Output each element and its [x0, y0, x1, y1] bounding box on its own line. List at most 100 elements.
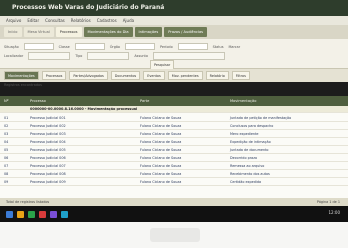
cell-process: Processo Judicial 003 — [30, 132, 66, 136]
filter-label: Localizador — [4, 54, 24, 58]
filter-input[interactable] — [74, 43, 105, 50]
filter-label: Situação — [4, 44, 19, 49]
table-row[interactable]: 02 Processo Judicial 002 Fulano Ciclano de… — [0, 123, 348, 130]
table-row[interactable]: 01 Processo Judicial 001 Fulano Ciclano de… — [0, 115, 348, 122]
subtab-partes[interactable]: Partes/Advogados — [69, 71, 108, 80]
table-row[interactable]: 07 Processo Judicial 007 Fulano Ciclano de… — [0, 163, 348, 170]
cell-process: Processo Judicial 009 — [30, 180, 66, 184]
group-row[interactable]: 0000000-00.0000.8.16.0000 - Movimentação… — [0, 106, 348, 113]
cell-movement: Juntada de documento — [230, 148, 269, 152]
taskbar-app-icon[interactable] — [17, 210, 24, 218]
tab-inicio[interactable]: Início — [4, 27, 22, 37]
table-row[interactable]: 05 Processo Judicial 005 Fulano Ciclano de… — [0, 147, 348, 154]
taskbar: 12:00 — [0, 206, 348, 222]
column-header[interactable]: Nº — [4, 96, 8, 106]
grid-body: 0000000-00.0000.8.16.0000 - Movimentação… — [0, 106, 348, 198]
cell-number: 06 — [4, 156, 9, 160]
menu-item[interactable]: Ajuda — [123, 16, 134, 25]
cell-process: Processo Judicial 004 — [30, 140, 66, 144]
cell-number: 01 — [4, 116, 9, 120]
sub-tabs: Movimentações Processos Partes/Advogados… — [0, 69, 348, 82]
subtab-pendentes[interactable]: Mov. pendentes — [167, 71, 203, 80]
subtab-documentos[interactable]: Documentos — [110, 71, 141, 80]
cell-party: Fulano Ciclano de Souza — [140, 148, 182, 152]
tab-mesa-virtual[interactable]: Mesa Virtual — [23, 27, 54, 37]
filter-row-2: Localizador Tipo Assunto — [4, 52, 225, 60]
cell-number: 02 — [4, 124, 9, 128]
cell-movement: Mero expediente — [230, 132, 259, 136]
filter-label: Classe — [58, 44, 70, 49]
filter-input[interactable] — [177, 43, 208, 50]
cell-number: 09 — [4, 180, 9, 184]
cell-party: Fulano Ciclano de Souza — [140, 140, 182, 144]
filter-panel: Situação Classe Órgão Período Status Mar… — [0, 39, 348, 70]
cell-movement: Recebimento dos autos — [230, 172, 270, 176]
taskbar-clock: 12:00 — [328, 210, 340, 215]
table-row[interactable]: 03 Processo Judicial 003 Fulano Ciclano de… — [0, 131, 348, 138]
filter-select[interactable] — [87, 52, 130, 60]
filter-select[interactable] — [28, 52, 71, 60]
group-label: 0000000-00.0000.8.16.0000 - Movimentação… — [30, 107, 138, 111]
cell-movement: Certidão expedida — [230, 180, 262, 184]
subtab-eventos[interactable]: Eventos — [143, 71, 165, 80]
column-header[interactable]: Movimentação — [230, 96, 256, 106]
taskbar-app-icon[interactable] — [28, 210, 35, 218]
cell-movement: Expedição de intimação — [230, 140, 271, 144]
cell-number: 03 — [4, 132, 9, 136]
cell-process: Processo Judicial 002 — [30, 124, 66, 128]
filter-label: Status — [212, 44, 224, 49]
footer-total: Total de registros listados — [6, 200, 50, 204]
table-row[interactable]: 09 Processo Judicial 009 Fulano Ciclano de… — [0, 179, 348, 186]
cell-party: Fulano Ciclano de Souza — [140, 124, 182, 128]
cell-party: Fulano Ciclano de Souza — [140, 132, 182, 136]
cell-number: 04 — [4, 140, 9, 144]
monitor-bezel: Processos Web Varas do Judiciário do Par… — [0, 0, 348, 248]
tab-intimacoes[interactable]: Intimações — [134, 27, 163, 37]
cell-party: Fulano Ciclano de Souza — [140, 164, 182, 168]
tab-prazos[interactable]: Prazos / Audiências — [164, 27, 208, 37]
cell-process: Processo Judicial 006 — [30, 156, 66, 160]
monitor-stand — [0, 222, 348, 248]
taskbar-app-icon[interactable] — [39, 210, 46, 218]
menu-item[interactable]: Cadastros — [97, 16, 117, 25]
cell-movement: Juntada de petição de manifestação — [230, 116, 292, 120]
subtab-processos[interactable]: Processos — [41, 71, 67, 80]
footer-page: Página 1 de 1 — [316, 200, 340, 204]
table-row[interactable]: 04 Processo Judicial 004 Fulano Ciclano de… — [0, 139, 348, 146]
filter-input[interactable] — [23, 43, 54, 50]
cell-party: Fulano Ciclano de Souza — [140, 156, 182, 160]
cell-movement: Decorrido prazo — [230, 156, 258, 160]
column-header[interactable]: Parte — [140, 96, 149, 106]
cell-process: Processo Judicial 005 — [30, 148, 66, 152]
taskbar-app-icon[interactable] — [61, 210, 68, 218]
taskbar-app-icon[interactable] — [6, 210, 13, 218]
subtab-movimentacoes[interactable]: Movimentações — [4, 71, 39, 80]
menu-item[interactable]: Arquivo — [6, 16, 21, 25]
table-row[interactable]: 08 Processo Judicial 008 Fulano Ciclano de… — [0, 171, 348, 178]
filter-input[interactable] — [125, 43, 155, 50]
grid-header: Nº Processo Parte Movimentação — [0, 96, 348, 106]
tab-movimentacoes[interactable]: Movimentações do Dia — [83, 27, 133, 37]
menu-bar: Arquivo Editar Consultas Relatórios Cada… — [0, 16, 348, 25]
filter-label: Período — [160, 44, 173, 49]
filter-label: Tipo — [75, 54, 83, 58]
cell-number: 05 — [4, 148, 9, 152]
column-header[interactable]: Processo — [30, 96, 46, 106]
subtab-relatorio[interactable]: Relatório — [205, 71, 229, 80]
menu-item[interactable]: Editar — [27, 16, 39, 25]
taskbar-app-icon[interactable] — [50, 210, 57, 218]
grid-footer: Total de registros listados Página 1 de … — [0, 198, 348, 206]
menu-item[interactable]: Consultas — [45, 16, 65, 25]
table-row[interactable]: 06 Processo Judicial 006 Fulano Ciclano de… — [0, 155, 348, 162]
cell-number: 07 — [4, 164, 9, 168]
cell-party: Fulano Ciclano de Souza — [140, 180, 182, 184]
menu-item[interactable]: Relatórios — [71, 16, 91, 25]
tab-processos[interactable]: Processos — [55, 27, 82, 37]
cell-process: Processo Judicial 008 — [30, 172, 66, 176]
filter-label: Assunto — [134, 54, 148, 58]
cell-party: Fulano Ciclano de Souza — [140, 116, 182, 120]
screen: Processos Web Varas do Judiciário do Par… — [0, 0, 348, 222]
cell-party: Fulano Ciclano de Souza — [140, 172, 182, 176]
filter-select[interactable] — [152, 52, 225, 60]
subtab-filtros[interactable]: Filtros — [231, 71, 250, 80]
